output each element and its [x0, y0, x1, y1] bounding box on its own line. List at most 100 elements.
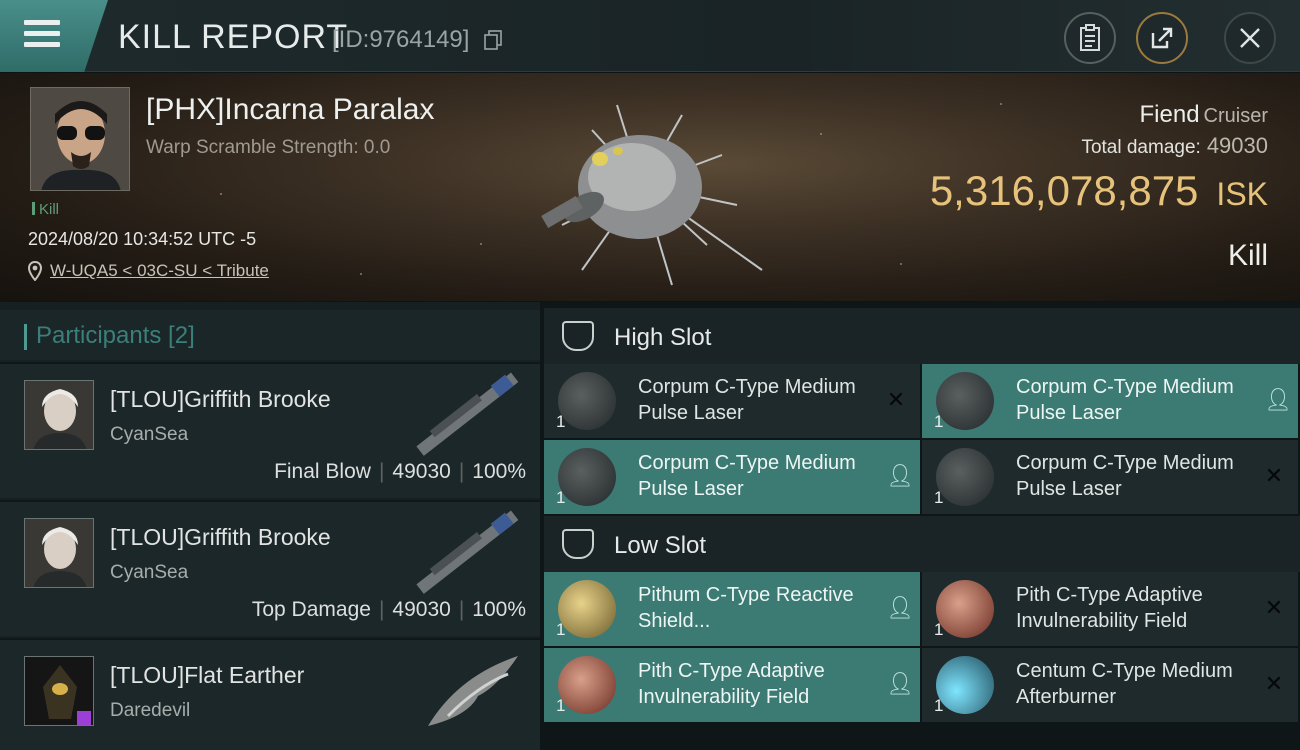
clipboard-button[interactable] [1064, 12, 1116, 64]
participant-damage: 49030 [392, 460, 451, 483]
low-slot-header: Low Slot [544, 516, 1300, 572]
copy-icon[interactable] [484, 30, 502, 50]
module-item[interactable]: 1 Pith C-Type Adaptive Invulnerability F… [922, 572, 1298, 646]
participant-ship-image [428, 656, 518, 726]
x-icon: ✕ [1264, 463, 1284, 488]
module-name: Corpum C-Type Medium Pulse Laser [1016, 452, 1234, 500]
module-name: Corpum C-Type Medium Pulse Laser [1016, 376, 1234, 424]
outcome-label: Kill [1227, 239, 1268, 272]
pilot-icon: 👤︎ [1264, 387, 1292, 412]
participant-stats: Final Blow | 49030 | 100% [274, 460, 526, 483]
module-qty: 1 [934, 620, 944, 639]
isk-amount: 5,316,078,875 [929, 167, 1199, 214]
shield-icon [558, 656, 616, 714]
participant-row[interactable]: [TLOU]Flat Earther Daredevil [0, 638, 540, 750]
warp-scramble-strength: Warp Scramble Strength: 0.0 [146, 137, 391, 158]
module-name: Pithum C-Type Reactive Shield... [638, 584, 854, 632]
module-qty: 1 [934, 412, 944, 431]
share-button[interactable] [1136, 12, 1188, 64]
total-damage-value: 49030 [1206, 133, 1268, 158]
isk-unit: ISK [1216, 176, 1268, 212]
victim-ship-type[interactable]: Fiend Cruiser [1140, 101, 1269, 129]
participant-role: Top Damage [251, 598, 371, 621]
participant-stats: Top Damage | 49030 | 100% [251, 598, 526, 621]
afterburner-icon [936, 656, 994, 714]
victim-avatar[interactable] [30, 87, 130, 191]
participant-percent: 100% [472, 460, 526, 483]
weapon-image [416, 510, 519, 594]
total-damage-label: Total damage: [1081, 137, 1201, 158]
participants-panel: Participants [2] [TLOU]Griffith Brooke C… [0, 302, 540, 750]
module-qty: 1 [934, 696, 944, 715]
shield-icon [558, 580, 616, 638]
kill-tag: Kill [32, 201, 59, 218]
laser-icon [558, 448, 616, 506]
high-slot-header: High Slot [544, 308, 1300, 364]
module-item[interactable]: 1 Pith C-Type Adaptive Invulnerability F… [544, 648, 920, 722]
fittings-panel: High Slot 1 Corpum C-Type Medium Pulse L… [540, 302, 1300, 750]
high-slot-title: High Slot [614, 324, 712, 351]
participant-ship: Daredevil [110, 700, 191, 721]
victim-name[interactable]: [PHX]Incarna Paralax [146, 93, 434, 127]
laser-icon [936, 372, 994, 430]
participant-avatar[interactable] [24, 518, 94, 588]
module-item[interactable]: 1 Pithum C-Type Reactive Shield... 👤︎ [544, 572, 920, 646]
pilot-icon: 👤︎ [886, 595, 914, 620]
module-item[interactable]: 1 Corpum C-Type Medium Pulse Laser ✕ [922, 440, 1298, 514]
x-icon: ✕ [1264, 671, 1284, 696]
slot-icon [562, 321, 594, 351]
participant-row[interactable]: [TLOU]Griffith Brooke CyanSea Top Damage… [0, 500, 540, 636]
participant-percent: 100% [472, 598, 526, 621]
location-link[interactable]: W-UQA5 < 03C-SU < Tribute [28, 261, 269, 281]
low-slot-title: Low Slot [614, 532, 707, 559]
victim-ship-image[interactable] [522, 95, 772, 295]
module-name: Pith C-Type Adaptive Invulnerability Fie… [1016, 584, 1203, 632]
clipboard-icon [1080, 24, 1100, 51]
participant-ship: CyanSea [110, 424, 189, 445]
participant-row[interactable]: [TLOU]Griffith Brooke CyanSea Final Blow… [0, 362, 540, 498]
location-pin-icon [28, 261, 42, 281]
total-damage: Total damage: 49030 [1081, 133, 1268, 159]
isk-value: 5,316,078,875 ISK [930, 167, 1268, 215]
participant-damage: 49030 [392, 598, 451, 621]
x-icon: ✕ [886, 387, 906, 412]
module-name: Corpum C-Type Medium Pulse Laser [638, 452, 856, 500]
participants-header: Participants [2] [0, 310, 540, 360]
module-name: Pith C-Type Adaptive Invulnerability Fie… [638, 660, 825, 708]
participant-name: [TLOU]Flat Earther [110, 662, 305, 688]
page-title: KILL REPORT [118, 18, 349, 56]
module-item[interactable]: 1 Centum C-Type Medium Afterburner ✕ [922, 648, 1298, 722]
participants-title: Participants [2] [24, 322, 195, 350]
participant-ship: CyanSea [110, 562, 189, 583]
top-bar: KILL REPORT [ID:9764149] [0, 0, 1300, 72]
participant-role: Final Blow [274, 460, 371, 483]
module-name: Corpum C-Type Medium Pulse Laser [638, 376, 856, 424]
laser-icon [936, 448, 994, 506]
report-id: [ID:9764149] [332, 26, 470, 53]
participant-name: [TLOU]Griffith Brooke [110, 386, 331, 412]
weapon-image [416, 372, 519, 456]
victim-panel: [PHX]Incarna Paralax Warp Scramble Stren… [0, 73, 1300, 301]
module-item[interactable]: 1 Corpum C-Type Medium Pulse Laser 👤︎ [544, 440, 920, 514]
ship-class: Cruiser [1203, 105, 1268, 127]
menu-button[interactable] [0, 0, 108, 72]
shield-icon [936, 580, 994, 638]
pilot-icon: 👤︎ [886, 671, 914, 696]
share-icon [1151, 27, 1173, 49]
module-item[interactable]: 1 Corpum C-Type Medium Pulse Laser ✕ [544, 364, 920, 438]
close-button[interactable] [1224, 12, 1276, 64]
menu-icon [24, 20, 60, 48]
participant-name: [TLOU]Griffith Brooke [110, 524, 331, 550]
ship-name: Fiend [1139, 101, 1200, 128]
kill-datetime: 2024/08/20 10:34:52 UTC -5 [28, 229, 257, 249]
participant-avatar[interactable] [24, 380, 94, 450]
participant-avatar[interactable] [24, 656, 94, 726]
module-qty: 1 [556, 488, 566, 507]
module-qty: 1 [556, 696, 566, 715]
module-qty: 1 [934, 488, 944, 507]
module-qty: 1 [556, 620, 566, 639]
close-icon [1240, 28, 1260, 48]
module-item[interactable]: 1 Corpum C-Type Medium Pulse Laser 👤︎ [922, 364, 1298, 438]
pilot-icon: 👤︎ [886, 463, 914, 488]
laser-icon [558, 372, 616, 430]
